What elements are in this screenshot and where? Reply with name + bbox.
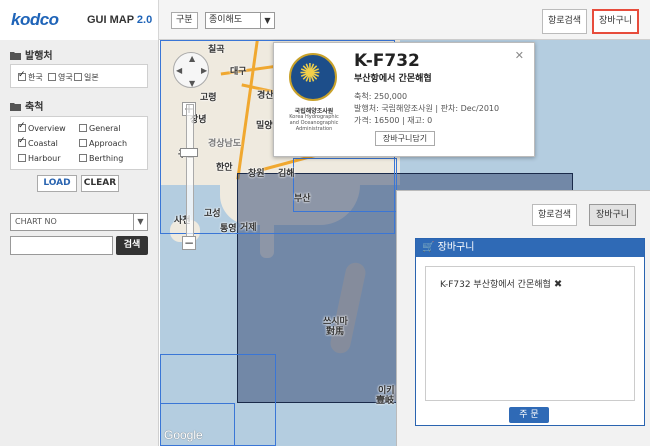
checkbox-checked-icon <box>18 121 26 132</box>
map-label: 壹岐 <box>376 396 395 406</box>
map-label: 對馬 <box>326 327 345 337</box>
map-label: 경상남도 <box>208 139 242 149</box>
cart-item-label: K-F732 부산항에서 간몬해협 <box>440 280 551 290</box>
folder-icon <box>10 52 21 60</box>
seal-org-en: Korea Hydrographic and Oceanographic Adm… <box>289 114 339 132</box>
chart-no-select[interactable]: CHART NO ▼ <box>10 213 148 231</box>
cart-item: K-F732 부산항에서 간몬해협 ✖ <box>440 277 562 290</box>
publisher-filter-box: 한국 영국 일본 <box>10 64 148 88</box>
chart-price: 가격: 16500 | 재고: 0 <box>354 116 433 125</box>
load-button[interactable]: LOAD <box>37 175 77 192</box>
panel-cart-button[interactable]: 장바구니 <box>589 204 636 226</box>
scale-checkbox-general[interactable]: General <box>79 124 121 133</box>
checkbox-checked-icon <box>18 70 26 81</box>
checkbox-icon <box>79 124 87 132</box>
cart-item-list: K-F732 부산항에서 간몬해협 ✖ <box>425 266 635 401</box>
checkbox-icon <box>18 154 26 162</box>
checkbox-checked-icon <box>18 136 26 147</box>
chevron-down-icon: ▼ <box>260 13 274 28</box>
zoom-slider-handle[interactable] <box>180 148 198 157</box>
logo: kodco GUI MAP 2.0 <box>0 0 159 40</box>
google-logo: Google <box>164 428 203 442</box>
checkbox-icon <box>48 73 56 81</box>
chevron-up-icon: ▲ <box>189 54 196 63</box>
publisher-checkbox-uk[interactable]: 영국 <box>48 72 73 83</box>
map-label: 고령 <box>200 93 217 103</box>
khoa-seal: 국립해양조사원 Korea Hydrographic and Oceanogra… <box>284 53 344 138</box>
scale-section-title: 축척 <box>10 98 43 113</box>
app-version: 2.0 <box>136 14 153 26</box>
map-label: 부산 <box>294 194 311 204</box>
order-button[interactable]: 주 문 <box>509 407 549 423</box>
zoom-slider[interactable] <box>186 104 194 248</box>
map-label: 통영 <box>220 224 237 234</box>
chart-code: K-F732 <box>354 51 420 71</box>
chevron-left-icon: ◀ <box>176 66 183 75</box>
map-label: 고성 <box>204 209 221 219</box>
chevron-down-icon: ▼ <box>133 214 147 230</box>
cart-button[interactable]: 장바구니 <box>592 9 639 34</box>
zoom-out-button[interactable]: − <box>182 236 196 250</box>
logo-wordmark: kodco <box>11 10 59 29</box>
emblem-icon <box>289 53 337 101</box>
publisher-checkbox-korea[interactable]: 한국 <box>18 70 43 83</box>
map-label: 한안 <box>216 163 233 173</box>
publisher-checkbox-japan[interactable]: 일본 <box>74 72 99 83</box>
search-button[interactable]: 검색 <box>116 236 148 255</box>
scale-filter-box: Overview General Coastal Approach Harbou… <box>10 116 148 170</box>
cart-window-title: 장바구니 <box>437 242 475 253</box>
publisher-section-title: 발행처 <box>10 47 53 62</box>
checkbox-icon <box>79 139 87 147</box>
checkbox-icon <box>74 73 82 81</box>
add-to-cart-button[interactable]: 장바구니담기 <box>375 131 435 146</box>
scale-checkbox-harbour[interactable]: Harbour <box>18 154 61 163</box>
close-icon[interactable]: ✕ <box>515 49 524 62</box>
chart-no-input[interactable] <box>10 236 113 255</box>
cart-window: 🛒 장바구니 K-F732 부산항에서 간몬해협 ✖ 주 문 <box>415 238 645 426</box>
chart-no-select-value: CHART NO <box>15 217 57 226</box>
scale-checkbox-overview[interactable]: Overview <box>18 121 66 133</box>
map-label: 경산 <box>257 91 274 101</box>
scale-checkbox-approach[interactable]: Approach <box>79 139 127 148</box>
category-label: 구분 <box>171 12 198 29</box>
cart-window-header: 🛒 장바구니 <box>416 239 644 257</box>
sidebar: 발행처 한국 영국 일본 축척 Overview General Coastal… <box>0 40 159 446</box>
map-label: 창원 <box>248 169 265 179</box>
scale-checkbox-berthing[interactable]: Berthing <box>79 154 123 163</box>
chevron-right-icon: ▶ <box>201 66 208 75</box>
header-bar: kodco GUI MAP 2.0 구분 종이해도 ▼ 항로검색 장바구니 <box>0 0 650 40</box>
folder-icon <box>10 103 21 111</box>
map-label: 대구 <box>230 67 247 77</box>
map-pan-control[interactable]: ▲ ▼ ◀ ▶ <box>173 52 209 88</box>
map-label: 거제 <box>240 223 257 233</box>
category-select-value: 종이해도 <box>209 15 243 25</box>
chevron-down-icon: ▼ <box>189 79 196 88</box>
app-title: GUI MAP 2.0 <box>87 14 153 26</box>
shopping-cart-icon: 🛒 <box>422 242 435 253</box>
map-label: 칠곡 <box>208 45 225 55</box>
chart-publisher: 발행처: 국립해양조사원 | 판차: Dec/2010 <box>354 104 500 113</box>
cart-panel: 항로검색 장바구니 🛒 장바구니 K-F732 부산항에서 간몬해협 ✖ 주 문 <box>396 190 650 446</box>
map-label: 김해 <box>278 169 295 179</box>
route-search-button[interactable]: 항로검색 <box>542 9 587 34</box>
panel-route-search-button[interactable]: 항로검색 <box>532 204 577 226</box>
scale-checkbox-coastal[interactable]: Coastal <box>18 136 58 148</box>
category-select[interactable]: 종이해도 ▼ <box>205 12 275 29</box>
chart-scale: 축척: 250,000 <box>354 92 408 101</box>
checkbox-icon <box>79 154 87 162</box>
map-label: 밀양 <box>256 121 273 131</box>
remove-icon[interactable]: ✖ <box>554 279 562 290</box>
chart-name: 부산항에서 간몬해협 <box>354 74 432 84</box>
clear-button[interactable]: CLEAR <box>81 175 119 192</box>
